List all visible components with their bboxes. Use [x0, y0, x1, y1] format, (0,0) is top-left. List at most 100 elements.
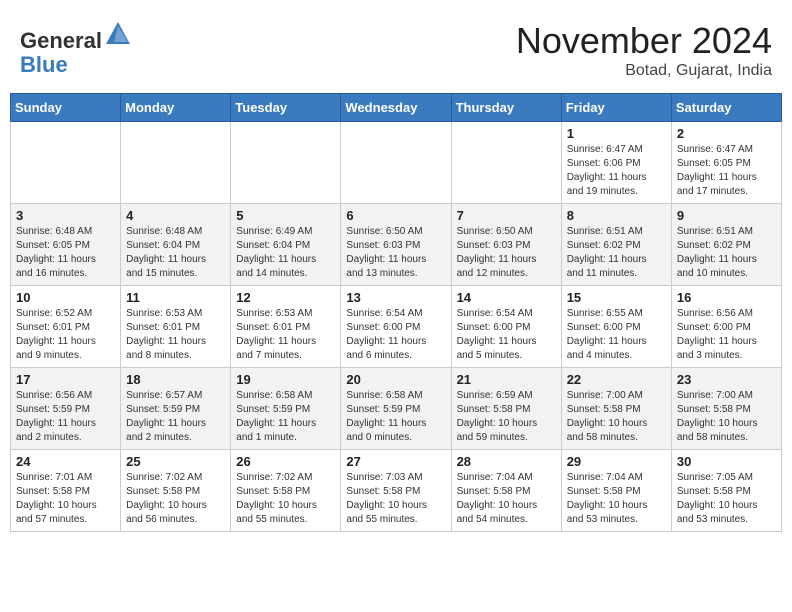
logo-blue: Blue: [20, 52, 68, 77]
calendar-cell: 10 Sunrise: 6:52 AM Sunset: 6:01 PM Dayli…: [11, 286, 121, 368]
day-header-thursday: Thursday: [451, 94, 561, 122]
day-header-monday: Monday: [121, 94, 231, 122]
calendar-cell: 5 Sunrise: 6:49 AM Sunset: 6:04 PM Daylig…: [231, 204, 341, 286]
day-number: 23: [677, 372, 776, 387]
calendar-cell: 9 Sunrise: 6:51 AM Sunset: 6:02 PM Daylig…: [671, 204, 781, 286]
day-info: Sunrise: 7:01 AM Sunset: 5:58 PM Dayligh…: [16, 471, 115, 527]
day-number: 13: [346, 290, 445, 305]
day-number: 4: [126, 208, 225, 223]
week-row-5: 24 Sunrise: 7:01 AM Sunset: 5:58 PM Dayli…: [11, 450, 782, 532]
calendar-cell: 30 Sunrise: 7:05 AM Sunset: 5:58 PM Dayli…: [671, 450, 781, 532]
day-number: 12: [236, 290, 335, 305]
calendar-cell: 24 Sunrise: 7:01 AM Sunset: 5:58 PM Dayli…: [11, 450, 121, 532]
day-number: 26: [236, 454, 335, 469]
calendar-cell: 2Sunrise: 6:47 AM Sunset: 6:05 PM Daylig…: [671, 122, 781, 204]
day-number: 30: [677, 454, 776, 469]
day-number: 25: [126, 454, 225, 469]
day-number: 18: [126, 372, 225, 387]
day-info: Sunrise: 6:55 AM Sunset: 6:00 PM Dayligh…: [567, 307, 666, 363]
calendar-cell: 11 Sunrise: 6:53 AM Sunset: 6:01 PM Dayli…: [121, 286, 231, 368]
day-info: Sunrise: 6:59 AM Sunset: 5:58 PM Dayligh…: [457, 389, 556, 445]
day-info: Sunrise: 7:05 AM Sunset: 5:58 PM Dayligh…: [677, 471, 776, 527]
day-info: Sunrise: 6:58 AM Sunset: 5:59 PM Dayligh…: [236, 389, 335, 445]
calendar-cell: 16Sunrise: 6:56 AM Sunset: 6:00 PM Dayli…: [671, 286, 781, 368]
calendar-cell: 3 Sunrise: 6:48 AM Sunset: 6:05 PM Daylig…: [11, 204, 121, 286]
day-info: Sunrise: 6:48 AM Sunset: 6:05 PM Dayligh…: [16, 225, 115, 281]
day-number: 11: [126, 290, 225, 305]
day-info: Sunrise: 7:02 AM Sunset: 5:58 PM Dayligh…: [126, 471, 225, 527]
calendar-cell: [11, 122, 121, 204]
day-info: Sunrise: 6:54 AM Sunset: 6:00 PM Dayligh…: [346, 307, 445, 363]
day-number: 16: [677, 290, 776, 305]
calendar-cell: 27 Sunrise: 7:03 AM Sunset: 5:58 PM Dayli…: [341, 450, 451, 532]
day-info: Sunrise: 7:02 AM Sunset: 5:58 PM Dayligh…: [236, 471, 335, 527]
day-header-tuesday: Tuesday: [231, 94, 341, 122]
day-header-wednesday: Wednesday: [341, 94, 451, 122]
calendar-body: 1 Sunrise: 6:47 AM Sunset: 6:06 PM Daylig…: [11, 122, 782, 532]
day-number: 20: [346, 372, 445, 387]
day-info: Sunrise: 6:49 AM Sunset: 6:04 PM Dayligh…: [236, 225, 335, 281]
calendar-cell: 21 Sunrise: 6:59 AM Sunset: 5:58 PM Dayli…: [451, 368, 561, 450]
calendar-cell: [451, 122, 561, 204]
calendar-cell: 19 Sunrise: 6:58 AM Sunset: 5:59 PM Dayli…: [231, 368, 341, 450]
calendar-cell: 17 Sunrise: 6:56 AM Sunset: 5:59 PM Dayli…: [11, 368, 121, 450]
day-number: 17: [16, 372, 115, 387]
day-info: Sunrise: 6:50 AM Sunset: 6:03 PM Dayligh…: [346, 225, 445, 281]
day-info: Sunrise: 7:00 AM Sunset: 5:58 PM Dayligh…: [567, 389, 666, 445]
calendar-cell: 15 Sunrise: 6:55 AM Sunset: 6:00 PM Dayli…: [561, 286, 671, 368]
calendar-table: SundayMondayTuesdayWednesdayThursdayFrid…: [10, 93, 782, 532]
day-info: Sunrise: 6:48 AM Sunset: 6:04 PM Dayligh…: [126, 225, 225, 281]
day-header-friday: Friday: [561, 94, 671, 122]
title-block: November 2024 Botad, Gujarat, India: [516, 20, 772, 80]
calendar-cell: 25 Sunrise: 7:02 AM Sunset: 5:58 PM Dayli…: [121, 450, 231, 532]
day-info: Sunrise: 6:47 AM Sunset: 6:06 PM Dayligh…: [567, 143, 666, 199]
logo: General Blue: [20, 20, 132, 77]
calendar-cell: 7Sunrise: 6:50 AM Sunset: 6:03 PM Daylig…: [451, 204, 561, 286]
day-info: Sunrise: 7:00 AM Sunset: 5:58 PM Dayligh…: [677, 389, 776, 445]
day-info: Sunrise: 6:53 AM Sunset: 6:01 PM Dayligh…: [126, 307, 225, 363]
day-info: Sunrise: 7:04 AM Sunset: 5:58 PM Dayligh…: [457, 471, 556, 527]
calendar-cell: [121, 122, 231, 204]
day-number: 6: [346, 208, 445, 223]
day-info: Sunrise: 7:03 AM Sunset: 5:58 PM Dayligh…: [346, 471, 445, 527]
day-info: Sunrise: 6:47 AM Sunset: 6:05 PM Dayligh…: [677, 143, 776, 199]
calendar-cell: 20Sunrise: 6:58 AM Sunset: 5:59 PM Dayli…: [341, 368, 451, 450]
day-info: Sunrise: 7:04 AM Sunset: 5:58 PM Dayligh…: [567, 471, 666, 527]
day-info: Sunrise: 6:56 AM Sunset: 5:59 PM Dayligh…: [16, 389, 115, 445]
day-number: 14: [457, 290, 556, 305]
day-info: Sunrise: 6:50 AM Sunset: 6:03 PM Dayligh…: [457, 225, 556, 281]
day-info: Sunrise: 6:53 AM Sunset: 6:01 PM Dayligh…: [236, 307, 335, 363]
day-number: 9: [677, 208, 776, 223]
day-info: Sunrise: 6:51 AM Sunset: 6:02 PM Dayligh…: [567, 225, 666, 281]
day-number: 5: [236, 208, 335, 223]
month-title: November 2024: [516, 20, 772, 62]
day-number: 1: [567, 126, 666, 141]
day-info: Sunrise: 6:54 AM Sunset: 6:00 PM Dayligh…: [457, 307, 556, 363]
day-number: 19: [236, 372, 335, 387]
day-info: Sunrise: 6:52 AM Sunset: 6:01 PM Dayligh…: [16, 307, 115, 363]
day-number: 29: [567, 454, 666, 469]
logo-general: General: [20, 28, 102, 53]
day-number: 21: [457, 372, 556, 387]
calendar-cell: 6 Sunrise: 6:50 AM Sunset: 6:03 PM Daylig…: [341, 204, 451, 286]
calendar-cell: [341, 122, 451, 204]
day-header-saturday: Saturday: [671, 94, 781, 122]
day-number: 27: [346, 454, 445, 469]
calendar-cell: 29 Sunrise: 7:04 AM Sunset: 5:58 PM Dayli…: [561, 450, 671, 532]
logo-icon: [104, 20, 132, 48]
day-number: 28: [457, 454, 556, 469]
calendar-cell: 26 Sunrise: 7:02 AM Sunset: 5:58 PM Dayli…: [231, 450, 341, 532]
week-row-4: 17 Sunrise: 6:56 AM Sunset: 5:59 PM Dayli…: [11, 368, 782, 450]
day-number: 3: [16, 208, 115, 223]
day-info: Sunrise: 6:57 AM Sunset: 5:59 PM Dayligh…: [126, 389, 225, 445]
calendar-cell: 18 Sunrise: 6:57 AM Sunset: 5:59 PM Dayli…: [121, 368, 231, 450]
calendar-cell: 28 Sunrise: 7:04 AM Sunset: 5:58 PM Dayli…: [451, 450, 561, 532]
day-number: 15: [567, 290, 666, 305]
calendar-cell: 14 Sunrise: 6:54 AM Sunset: 6:00 PM Dayli…: [451, 286, 561, 368]
day-number: 24: [16, 454, 115, 469]
calendar-cell: 4 Sunrise: 6:48 AM Sunset: 6:04 PM Daylig…: [121, 204, 231, 286]
day-number: 10: [16, 290, 115, 305]
calendar-cell: 22Sunrise: 7:00 AM Sunset: 5:58 PM Dayli…: [561, 368, 671, 450]
calendar-cell: 13 Sunrise: 6:54 AM Sunset: 6:00 PM Dayli…: [341, 286, 451, 368]
day-info: Sunrise: 6:51 AM Sunset: 6:02 PM Dayligh…: [677, 225, 776, 281]
